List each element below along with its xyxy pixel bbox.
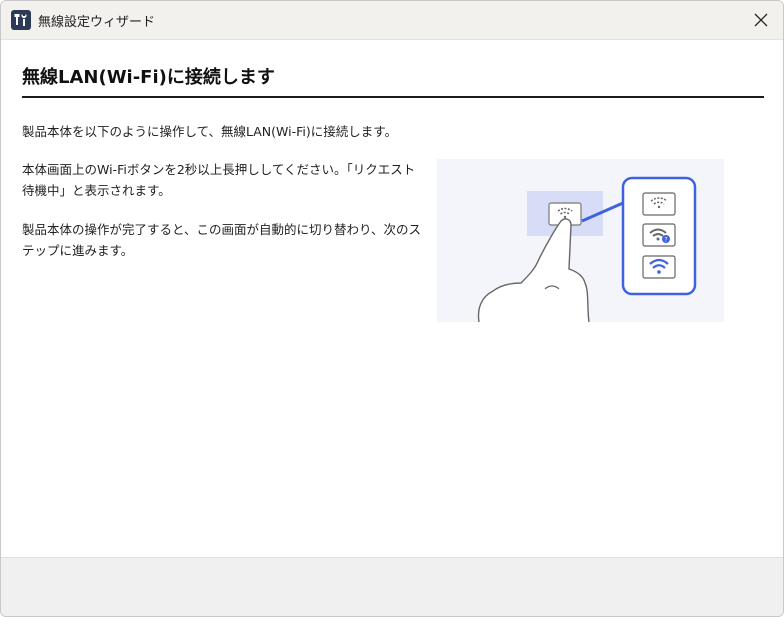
tools-icon [11, 10, 31, 30]
instruction-intro: 製品本体を以下のように操作して、無線LAN(Wi-Fi)に接続します。 [22, 124, 397, 139]
footer-bar [1, 557, 783, 616]
title-divider [22, 96, 764, 98]
wps-illustration: ? [437, 159, 724, 322]
svg-text:?: ? [664, 237, 667, 244]
instruction-step: 本体画面上のWi-Fiボタンを2秒以上長押ししてください。「リクエスト待機中」と… [22, 162, 416, 198]
close-icon [754, 13, 768, 27]
page-title: 無線LAN(Wi-Fi)に接続します [22, 67, 275, 88]
instruction-next: 製品本体の操作が完了すると、この画面が自動的に切り替わり、次のステップに進みます… [22, 222, 422, 258]
window-title: 無線設定ウィザード [38, 15, 156, 30]
title-bar: 無線設定ウィザード [1, 1, 783, 40]
wizard-window: 無線設定ウィザード 無線LAN(Wi-Fi)に接続します 製品本体を以下のように… [0, 0, 784, 617]
close-button[interactable] [739, 1, 783, 39]
